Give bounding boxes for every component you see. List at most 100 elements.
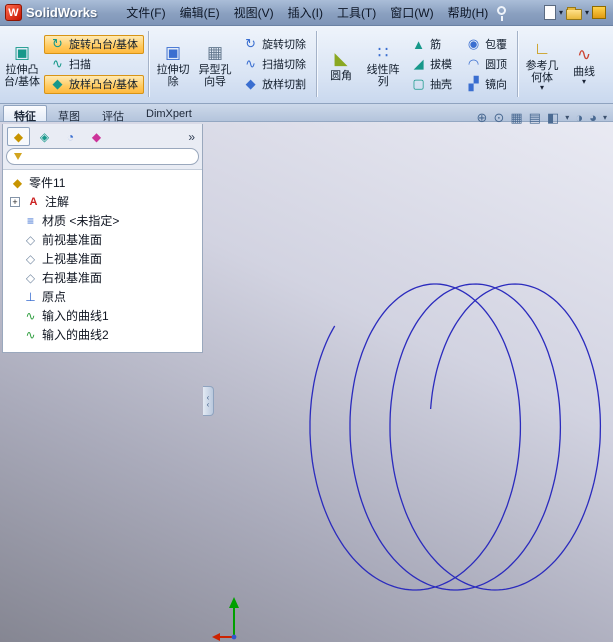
loft-boss-button[interactable]: ◆ 放样凸台/基体 [44, 74, 145, 94]
open-document-dropdown-icon[interactable]: ▾ [585, 8, 589, 17]
ribbon-separator [316, 31, 318, 97]
reference-geometry-dropdown-icon: ▾ [540, 83, 545, 92]
wrap-icon: ◉ [467, 36, 480, 51]
loft-boss-icon: ◆ [52, 76, 63, 91]
tree-item-label: 输入的曲线2 [42, 328, 109, 342]
appearance-dropdown-icon[interactable]: ▾ [603, 114, 607, 122]
curve-icon: ∿ [25, 308, 36, 323]
tree-item-imported-curve-2[interactable]: ∿ 输入的曲线2 [6, 325, 202, 344]
draft-button[interactable]: ◢ 拔模 [405, 55, 458, 74]
revolve-cut-button[interactable]: ↻ 旋转切除 [237, 35, 312, 54]
linear-pattern-icon: ∷ [377, 43, 389, 62]
tree-item-label: 原点 [42, 290, 67, 304]
annotations-icon: A [29, 195, 38, 208]
tab-dimxpert[interactable]: DimXpert [135, 105, 203, 121]
shell-button[interactable]: ▢ 抽壳 [405, 75, 458, 94]
fillet-button[interactable]: ◣ 圆角 [321, 46, 361, 82]
tree-item-part[interactable]: ◆ 零件11 [6, 173, 202, 192]
hole-wizard-button[interactable]: ▦ 异型孔向导 [195, 40, 235, 88]
configuration-manager-tab-icon: ◔ [66, 129, 75, 144]
section-view-icon[interactable]: ▦ [510, 110, 522, 126]
tree-item-imported-curve-1[interactable]: ∿ 输入的曲线1 [6, 306, 202, 325]
loft-cut-label: 放样切割 [262, 79, 307, 91]
new-document-dropdown-icon[interactable]: ▾ [559, 8, 563, 17]
dimxpert-manager-tab-icon: ◆ [91, 129, 102, 144]
splitter-chevron-icon: ‹ [206, 400, 210, 409]
feature-tree: ◆ 零件11 + A 注解 ≡ 材质 <未指定> ◇ 前视基准面 ◇ 上视基准面… [3, 169, 202, 352]
zoom-area-icon[interactable]: ⊙ [493, 110, 504, 126]
menu-help[interactable]: 帮助(H) [441, 1, 496, 24]
tree-item-annotations[interactable]: + A 注解 [6, 192, 202, 211]
filter-row [3, 148, 202, 169]
filter-funnel-icon [14, 153, 22, 160]
property-manager-tab[interactable]: ◈ [33, 127, 56, 146]
tree-item-top-plane[interactable]: ◇ 上视基准面 [6, 249, 202, 268]
tree-item-label: 注解 [45, 195, 70, 209]
dome-icon: ◠ [467, 56, 480, 71]
command-manager-ribbon: ▣ 拉伸凸台/基体 ↻ 旋转凸台/基体 ∿ 扫描 ◆ 放样凸台/基体 ▣ 拉伸切… [0, 26, 613, 104]
mirror-button[interactable]: ▞ 镜向 [460, 75, 513, 94]
tab-sketch[interactable]: 草图 [47, 105, 91, 123]
curves-button[interactable]: ∿ 曲线 ▾ [564, 42, 604, 86]
hide-show-icon[interactable]: ◑ [575, 110, 583, 126]
zoom-fit-icon[interactable]: ⊕ [477, 110, 488, 126]
extrude-cut-button[interactable]: ▣ 拉伸切除 [153, 40, 193, 88]
tree-item-front-plane[interactable]: ◇ 前视基准面 [6, 230, 202, 249]
shell-label: 抽壳 [430, 79, 453, 91]
hole-wizard-label: 异型孔向导 [198, 64, 232, 88]
rib-button[interactable]: ▲ 筋 [405, 35, 458, 54]
panel-overflow-chevron-icon[interactable]: » [185, 130, 198, 144]
sweep-cut-button[interactable]: ∿ 扫描切除 [237, 55, 312, 74]
dome-button[interactable]: ◠ 圆顶 [460, 55, 513, 74]
curves-dropdown-icon: ▾ [582, 77, 587, 86]
appearance-icon[interactable]: ◕ [589, 110, 597, 126]
menu-bar: 文件(F) 编辑(E) 视图(V) 插入(I) 工具(T) 窗口(W) 帮助(H… [119, 1, 495, 24]
draft-icon: ◢ [413, 56, 424, 71]
dimxpert-manager-tab[interactable]: ◆ [85, 127, 108, 146]
open-document-icon[interactable] [565, 6, 582, 20]
tab-evaluate[interactable]: 评估 [91, 105, 135, 123]
tree-filter-input[interactable] [27, 150, 191, 163]
linear-pattern-label: 线性阵列 [366, 64, 400, 88]
linear-pattern-button[interactable]: ∷ 线性阵列 [363, 40, 403, 88]
tree-item-label: 输入的曲线1 [42, 309, 109, 323]
menu-view[interactable]: 视图(V) [227, 1, 281, 24]
heads-up-toolbar: ⊕ ⊙ ▦ ▤ ◧ ▾ ◑ ◕ ▾ [477, 110, 607, 126]
sweep-boss-button[interactable]: ∿ 扫描 [44, 55, 144, 74]
display-style-icon[interactable]: ◧ [547, 110, 559, 126]
configuration-manager-tab[interactable]: ◔ [59, 127, 82, 146]
tab-features[interactable]: 特征 [3, 105, 47, 123]
panel-splitter-handle[interactable]: ‹ ‹ [203, 386, 214, 416]
new-document-icon[interactable] [543, 5, 556, 20]
display-style-dropdown-icon[interactable]: ▾ [565, 114, 569, 122]
sweep-boss-label: 扫描 [69, 59, 91, 71]
loft-cut-button[interactable]: ◆ 放样切割 [237, 75, 312, 94]
revolve-boss-button[interactable]: ↻ 旋转凸台/基体 [44, 34, 145, 54]
reference-geometry-label: 参考几何体 [525, 60, 559, 84]
reference-geometry-button[interactable]: ∟ 参考几何体 ▾ [522, 36, 562, 92]
filter-box [6, 148, 199, 165]
title-bar: W SolidWorks 文件(F) 编辑(E) 视图(V) 插入(I) 工具(… [0, 0, 613, 26]
tree-item-material[interactable]: ≡ 材质 <未指定> [6, 211, 202, 230]
expand-icon[interactable]: + [10, 196, 20, 207]
tree-item-label: 零件11 [29, 176, 66, 190]
loft-cut-icon: ◆ [245, 76, 256, 91]
toolbox-icon[interactable] [592, 6, 606, 19]
solidworks-logo-icon: W [5, 4, 22, 21]
view-orientation-icon[interactable]: ▤ [529, 110, 541, 126]
sweep-cut-label: 扫描切除 [262, 59, 307, 71]
hole-wizard-icon: ▦ [207, 43, 224, 62]
tree-item-origin[interactable]: ⊥ 原点 [6, 287, 202, 306]
wrap-button[interactable]: ◉ 包覆 [460, 35, 513, 54]
extrude-cut-label: 拉伸切除 [156, 64, 190, 88]
menu-pin-icon[interactable] [497, 6, 507, 21]
menu-insert[interactable]: 插入(I) [281, 1, 330, 24]
extrude-boss-button[interactable]: ▣ 拉伸凸台/基体 [2, 40, 42, 88]
fillet-label: 圆角 [330, 70, 353, 82]
menu-window[interactable]: 窗口(W) [383, 1, 440, 24]
feature-manager-tab[interactable]: ◆ [7, 127, 30, 146]
tree-item-right-plane[interactable]: ◇ 右视基准面 [6, 268, 202, 287]
menu-edit[interactable]: 编辑(E) [173, 1, 227, 24]
menu-tools[interactable]: 工具(T) [330, 1, 383, 24]
menu-file[interactable]: 文件(F) [119, 1, 172, 24]
